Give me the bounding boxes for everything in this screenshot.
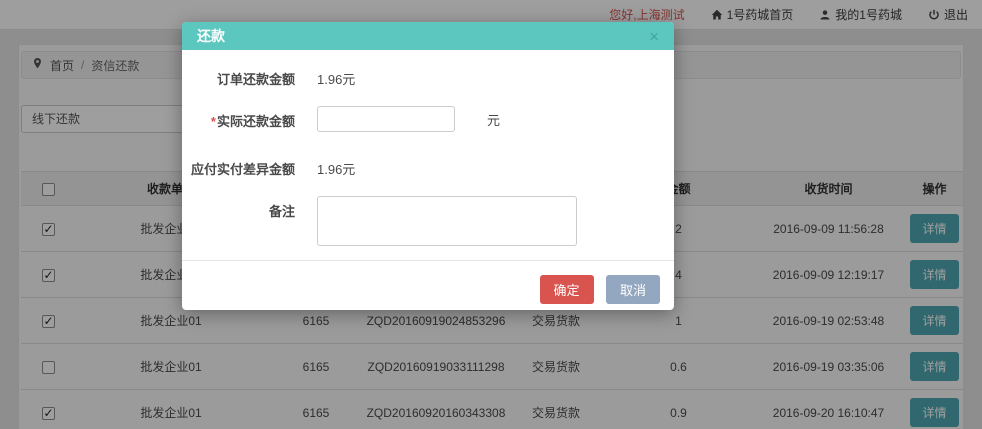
modal-footer: 确定 取消: [182, 260, 674, 310]
modal-title: 还款: [197, 26, 225, 46]
remark-label: 备注: [182, 196, 295, 220]
diff-amount-label: 应付实付差异金额: [182, 154, 295, 178]
order-amount-row: 订单还款金额 1.96元: [182, 64, 674, 88]
required-mark: *: [211, 114, 216, 129]
confirm-button[interactable]: 确定: [540, 275, 594, 304]
diff-amount-row: 应付实付差异金额 1.96元: [182, 154, 674, 178]
actual-amount-input[interactable]: [317, 106, 455, 132]
actual-amount-row: *实际还款金额 元: [182, 106, 674, 132]
repayment-modal: 还款 × 订单还款金额 1.96元 *实际还款金额 元 应付实付差异金额 1.9…: [182, 22, 674, 310]
order-amount-label: 订单还款金额: [182, 64, 295, 88]
modal-body: 订单还款金额 1.96元 *实际还款金额 元 应付实付差异金额 1.96元 备注: [182, 50, 674, 246]
order-amount-value: 1.96元: [317, 64, 355, 88]
amount-unit-label: 元: [487, 110, 500, 129]
modal-header: 还款 ×: [182, 22, 674, 50]
remark-row: 备注: [182, 196, 674, 246]
close-icon[interactable]: ×: [649, 28, 659, 45]
remark-textarea[interactable]: [317, 196, 577, 246]
cancel-button[interactable]: 取消: [606, 275, 660, 304]
actual-amount-label: 实际还款金额: [217, 114, 295, 129]
diff-amount-value: 1.96元: [317, 154, 355, 178]
